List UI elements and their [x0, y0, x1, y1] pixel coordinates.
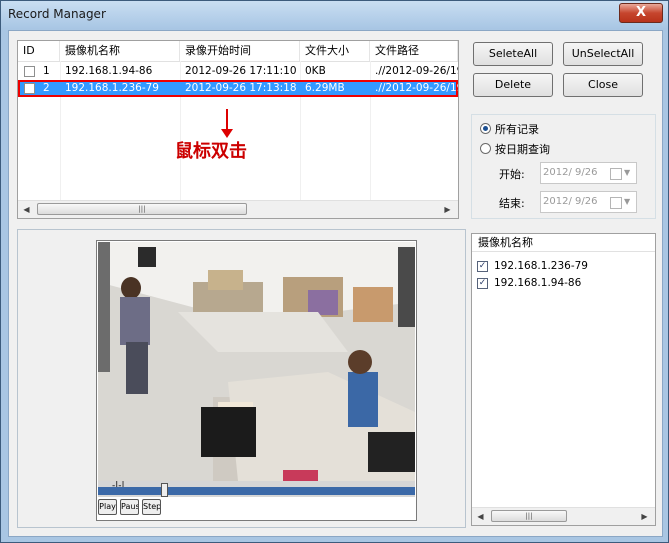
table-header: ID 摄像机名称 录像开始时间 文件大小 文件路径 [18, 41, 458, 62]
unselect-all-button[interactable]: UnSelectAll [563, 42, 643, 66]
scrollbar-thumb[interactable]: ||| [37, 203, 247, 215]
end-date-picker[interactable]: 2012/ 9/26 ▼ [540, 191, 637, 213]
timeline-slider-handle[interactable] [161, 483, 168, 497]
select-all-button[interactable]: SeleteAll [473, 42, 553, 66]
radio-all-records-label[interactable]: 所有记录 [495, 121, 539, 137]
column-header-id[interactable]: ID [18, 41, 60, 61]
date-filter-panel: 所有记录 按日期查询 开始: 2012/ 9/26 ▼ 结束: 2012/ 9/… [471, 114, 656, 219]
scrollbar-thumb[interactable]: ||| [491, 510, 567, 522]
cell-file-size: 6.29MB [305, 82, 345, 94]
column-header-file-size[interactable]: 文件大小 [300, 41, 370, 61]
camera-list-item[interactable]: ✓ 192.168.1.236-79 [477, 259, 647, 274]
window-close-button[interactable]: X [619, 3, 663, 23]
camera-list-scrollbar[interactable]: ◀ ||| ▶ [472, 507, 655, 525]
record-manager-window: Record Manager X ID 摄像机名称 录像开始时间 文件大小 文件… [0, 0, 669, 543]
scroll-left-arrow-icon[interactable]: ◀ [18, 201, 35, 218]
scroll-left-arrow-icon[interactable]: ◀ [472, 508, 489, 525]
annotation-text: 鼠标双击 [175, 141, 247, 162]
camera-list-item[interactable]: ✓ 192.168.1.94-86 [477, 276, 647, 291]
radio-all-records[interactable] [480, 123, 491, 134]
chevron-down-icon[interactable]: ▼ [624, 192, 630, 212]
record-table[interactable]: ID 摄像机名称 录像开始时间 文件大小 文件路径 1 192.168.1.94… [17, 40, 459, 219]
scroll-right-arrow-icon[interactable]: ▶ [439, 201, 456, 218]
delete-button[interactable]: Delete [473, 73, 553, 97]
client-area: ID 摄像机名称 录像开始时间 文件大小 文件路径 1 192.168.1.94… [8, 30, 663, 537]
column-header-file-path[interactable]: 文件路径 [370, 41, 458, 61]
step-button[interactable]: Step [142, 499, 161, 515]
start-date-value: 2012/ 9/26 [543, 167, 598, 178]
column-header-start-time[interactable]: 录像开始时间 [180, 41, 300, 61]
column-header-camera[interactable]: 摄像机名称 [60, 41, 180, 61]
cell-id: 2 [43, 82, 50, 94]
chevron-down-icon[interactable]: ▼ [624, 163, 630, 183]
row-checkbox[interactable] [24, 83, 35, 94]
row-checkbox[interactable] [24, 66, 35, 77]
playback-timeline[interactable]: -|-| [98, 481, 415, 497]
camera-checkbox[interactable]: ✓ [477, 278, 488, 289]
end-date-checkbox[interactable] [610, 197, 622, 209]
cell-file-path: .//2012-09-26/19 [375, 82, 458, 94]
cell-file-size: 0KB [305, 65, 326, 77]
end-date-label: 结束: [499, 197, 525, 210]
camera-label: 192.168.1.236-79 [494, 260, 588, 272]
cell-file-path: .//2012-09-26/19 [375, 65, 458, 77]
cell-start-time: 2012-09-26 17:11:10 [185, 65, 297, 77]
radio-by-date[interactable] [480, 143, 491, 154]
window-title: Record Manager [8, 7, 106, 21]
scroll-right-arrow-icon[interactable]: ▶ [636, 508, 653, 525]
start-date-checkbox[interactable] [610, 168, 622, 180]
horizontal-scrollbar[interactable]: ◀ ||| ▶ [18, 200, 458, 218]
timeline-progress-fill [98, 487, 415, 495]
start-date-label: 开始: [499, 168, 525, 181]
camera-list-header[interactable]: 摄像机名称 [472, 234, 655, 252]
video-panel: -|-| Play Paus Step [17, 229, 466, 528]
cell-start-time: 2012-09-26 17:13:18 [185, 82, 297, 94]
camera-list-panel: 摄像机名称 ✓ 192.168.1.236-79 ✓ 192.168.1.94-… [471, 233, 656, 526]
pause-button[interactable]: Paus [120, 499, 139, 515]
table-row-selected[interactable]: 2 192.168.1.236-79 2012-09-26 17:13:18 6… [18, 80, 458, 97]
camera-checkbox[interactable]: ✓ [477, 261, 488, 272]
camera-label: 192.168.1.94-86 [494, 277, 582, 289]
video-player: -|-| Play Paus Step [96, 240, 417, 521]
radio-by-date-label[interactable]: 按日期查询 [495, 141, 550, 157]
play-button[interactable]: Play [98, 499, 117, 515]
video-frame-image[interactable] [98, 242, 415, 481]
cell-camera: 192.168.1.236-79 [65, 82, 159, 94]
table-row[interactable]: 1 192.168.1.94-86 2012-09-26 17:11:10 0K… [18, 63, 458, 80]
close-button[interactable]: Close [563, 73, 643, 97]
title-bar[interactable]: Record Manager X [1, 1, 668, 29]
annotation-arrow-shaft [226, 109, 228, 131]
end-date-value: 2012/ 9/26 [543, 196, 598, 207]
start-date-picker[interactable]: 2012/ 9/26 ▼ [540, 162, 637, 184]
cell-camera: 192.168.1.94-86 [65, 65, 153, 77]
cell-id: 1 [43, 65, 50, 77]
